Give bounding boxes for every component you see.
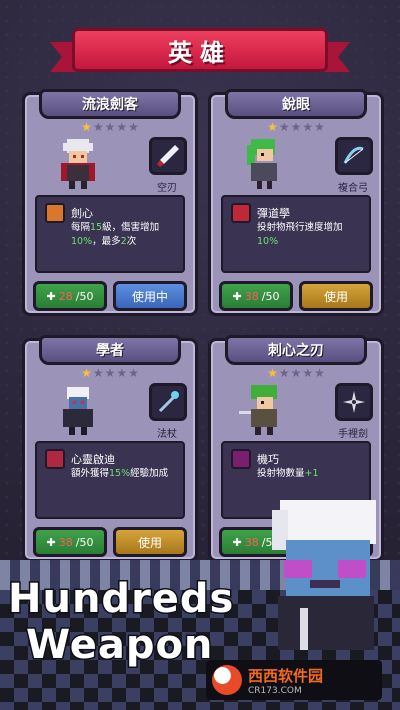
star-icon: ★	[302, 366, 314, 380]
hero-name-header: 學者	[39, 335, 181, 365]
star-rating: ★ ★ ★ ★ ★	[211, 121, 381, 133]
hero-name: 學者	[96, 343, 124, 359]
staff-icon	[158, 391, 179, 413]
shard-count-max: /50	[75, 535, 94, 549]
title-banner: 英雄	[50, 28, 328, 72]
hero-name: 銳眼	[282, 97, 310, 113]
weapon-slot[interactable]	[149, 137, 187, 175]
hero-sprite-ninja	[239, 385, 277, 435]
use-button[interactable]: 使用	[113, 527, 187, 557]
page-title: 英雄	[168, 38, 232, 67]
skill-name: 心靈啟迪	[71, 453, 115, 466]
star-icon: ★	[278, 366, 290, 380]
hero-name: 刺心之刃	[268, 343, 324, 359]
star-icon: ★	[116, 120, 128, 134]
weapon-slot[interactable]	[335, 137, 373, 175]
star-icon: ★	[314, 366, 325, 380]
hero-name-header: 流浪劍客	[39, 89, 181, 119]
star-icon: ★	[104, 366, 116, 380]
skill-description: 額外獲得15%經驗加成	[71, 468, 169, 479]
shard-count-max: /50	[261, 289, 280, 303]
star-icon: ★	[290, 120, 302, 134]
watermark-site: CR173.COM	[248, 685, 302, 696]
star-icon: ★	[302, 120, 314, 134]
hero-card-1[interactable]: 流浪劍客 ★ ★ ★ ★ ★ 空刃 劍心 每隔15級，傷害增加10%，最多2次 ✚ 28…	[22, 89, 198, 316]
puzzle-piece-icon: ✚	[232, 289, 242, 303]
star-icon: ★	[128, 366, 139, 380]
shard-count-current: 28	[58, 289, 73, 303]
hero-sprite-archer	[247, 139, 277, 189]
hero-name: 流浪劍客	[82, 97, 138, 113]
promo-pixel-hero	[272, 500, 376, 650]
ingenuity-icon	[231, 449, 251, 469]
star-rating: ★ ★ ★ ★ ★	[211, 367, 381, 379]
shard-count-button[interactable]: ✚ 28/50	[33, 281, 107, 311]
star-icon: ★	[92, 120, 104, 134]
star-icon: ★	[92, 366, 104, 380]
puzzle-piece-icon: ✚	[232, 535, 242, 549]
skill-panel: 心靈啟迪 額外獲得15%經驗加成	[35, 441, 185, 519]
hero-name-header: 銳眼	[225, 89, 367, 119]
shard-count-current: 38	[244, 535, 259, 549]
weapon-name: 空刃	[157, 183, 177, 194]
watermark-logo-icon	[212, 665, 242, 695]
weapon-name: 法杖	[157, 429, 177, 440]
weapon-name: 複合弓	[338, 183, 368, 194]
watermark-brand: 西西软件园	[248, 666, 324, 685]
hero-sprite-swordsman	[61, 139, 95, 189]
star-rating: ★ ★ ★ ★ ★	[25, 121, 195, 133]
star-icon: ★	[81, 120, 92, 134]
star-icon: ★	[290, 366, 302, 380]
star-icon: ★	[278, 120, 290, 134]
skill-panel: 劍心 每隔15級，傷害增加10%，最多2次	[35, 195, 185, 273]
star-rating: ★ ★ ★ ★ ★	[25, 367, 195, 379]
weapon-slot[interactable]	[335, 383, 373, 421]
skill-description: 投射物飛行速度增加 10%	[257, 222, 343, 247]
puzzle-piece-icon: ✚	[46, 535, 56, 549]
hero-sprite-scholar	[63, 387, 93, 435]
star-icon: ★	[128, 120, 139, 134]
shard-count-button[interactable]: ✚ 38/50	[33, 527, 107, 557]
hero-card-3[interactable]: 學者 ★ ★ ★ ★ ★ 法杖 心靈啟迪 額外獲得15%經驗加成 ✚ 38/50 使用	[22, 335, 198, 562]
mind-enlightenment-icon	[45, 449, 65, 469]
promo-title-line2: Weapon	[24, 621, 214, 670]
weapon-slot[interactable]	[149, 383, 187, 421]
skill-description: 每隔15級，傷害增加10%，最多2次	[71, 222, 160, 247]
promo-title-line1: Hundreds	[6, 575, 235, 624]
star-icon: ★	[81, 366, 92, 380]
hero-name-header: 刺心之刃	[225, 335, 367, 365]
skill-name: 機巧	[257, 453, 279, 466]
skill-name: 彈道學	[257, 207, 290, 220]
sword-heart-icon	[45, 203, 65, 223]
skill-description: 投射物數量+1	[257, 468, 319, 479]
star-icon: ★	[314, 120, 325, 134]
in-use-button[interactable]: 使用中	[113, 281, 187, 311]
banner-main: 英雄	[72, 28, 328, 72]
hero-card-2[interactable]: 銳眼 ★ ★ ★ ★ ★ 複合弓 彈道學 投射物飛行速度增加 10% ✚ 38/50 使用	[208, 89, 384, 316]
shard-count-current: 38	[244, 289, 259, 303]
star-icon: ★	[267, 366, 278, 380]
puzzle-piece-icon: ✚	[46, 289, 56, 303]
bow-icon	[343, 146, 364, 164]
shard-count-current: 38	[58, 535, 73, 549]
star-icon: ★	[104, 120, 116, 134]
site-watermark: 西西软件园 CR173.COM	[206, 660, 382, 700]
skill-name: 劍心	[71, 207, 93, 220]
star-icon: ★	[116, 366, 128, 380]
skill-panel: 彈道學 投射物飛行速度增加 10%	[221, 195, 371, 273]
shuriken-icon	[343, 391, 365, 413]
shard-count-button[interactable]: ✚ 38/50	[219, 281, 293, 311]
weapon-name: 手裡劍	[338, 429, 368, 440]
shard-count-max: /50	[75, 289, 94, 303]
blade-icon	[157, 145, 179, 167]
star-icon: ★	[267, 120, 278, 134]
use-button[interactable]: 使用	[299, 281, 373, 311]
ballistics-icon	[231, 203, 251, 223]
